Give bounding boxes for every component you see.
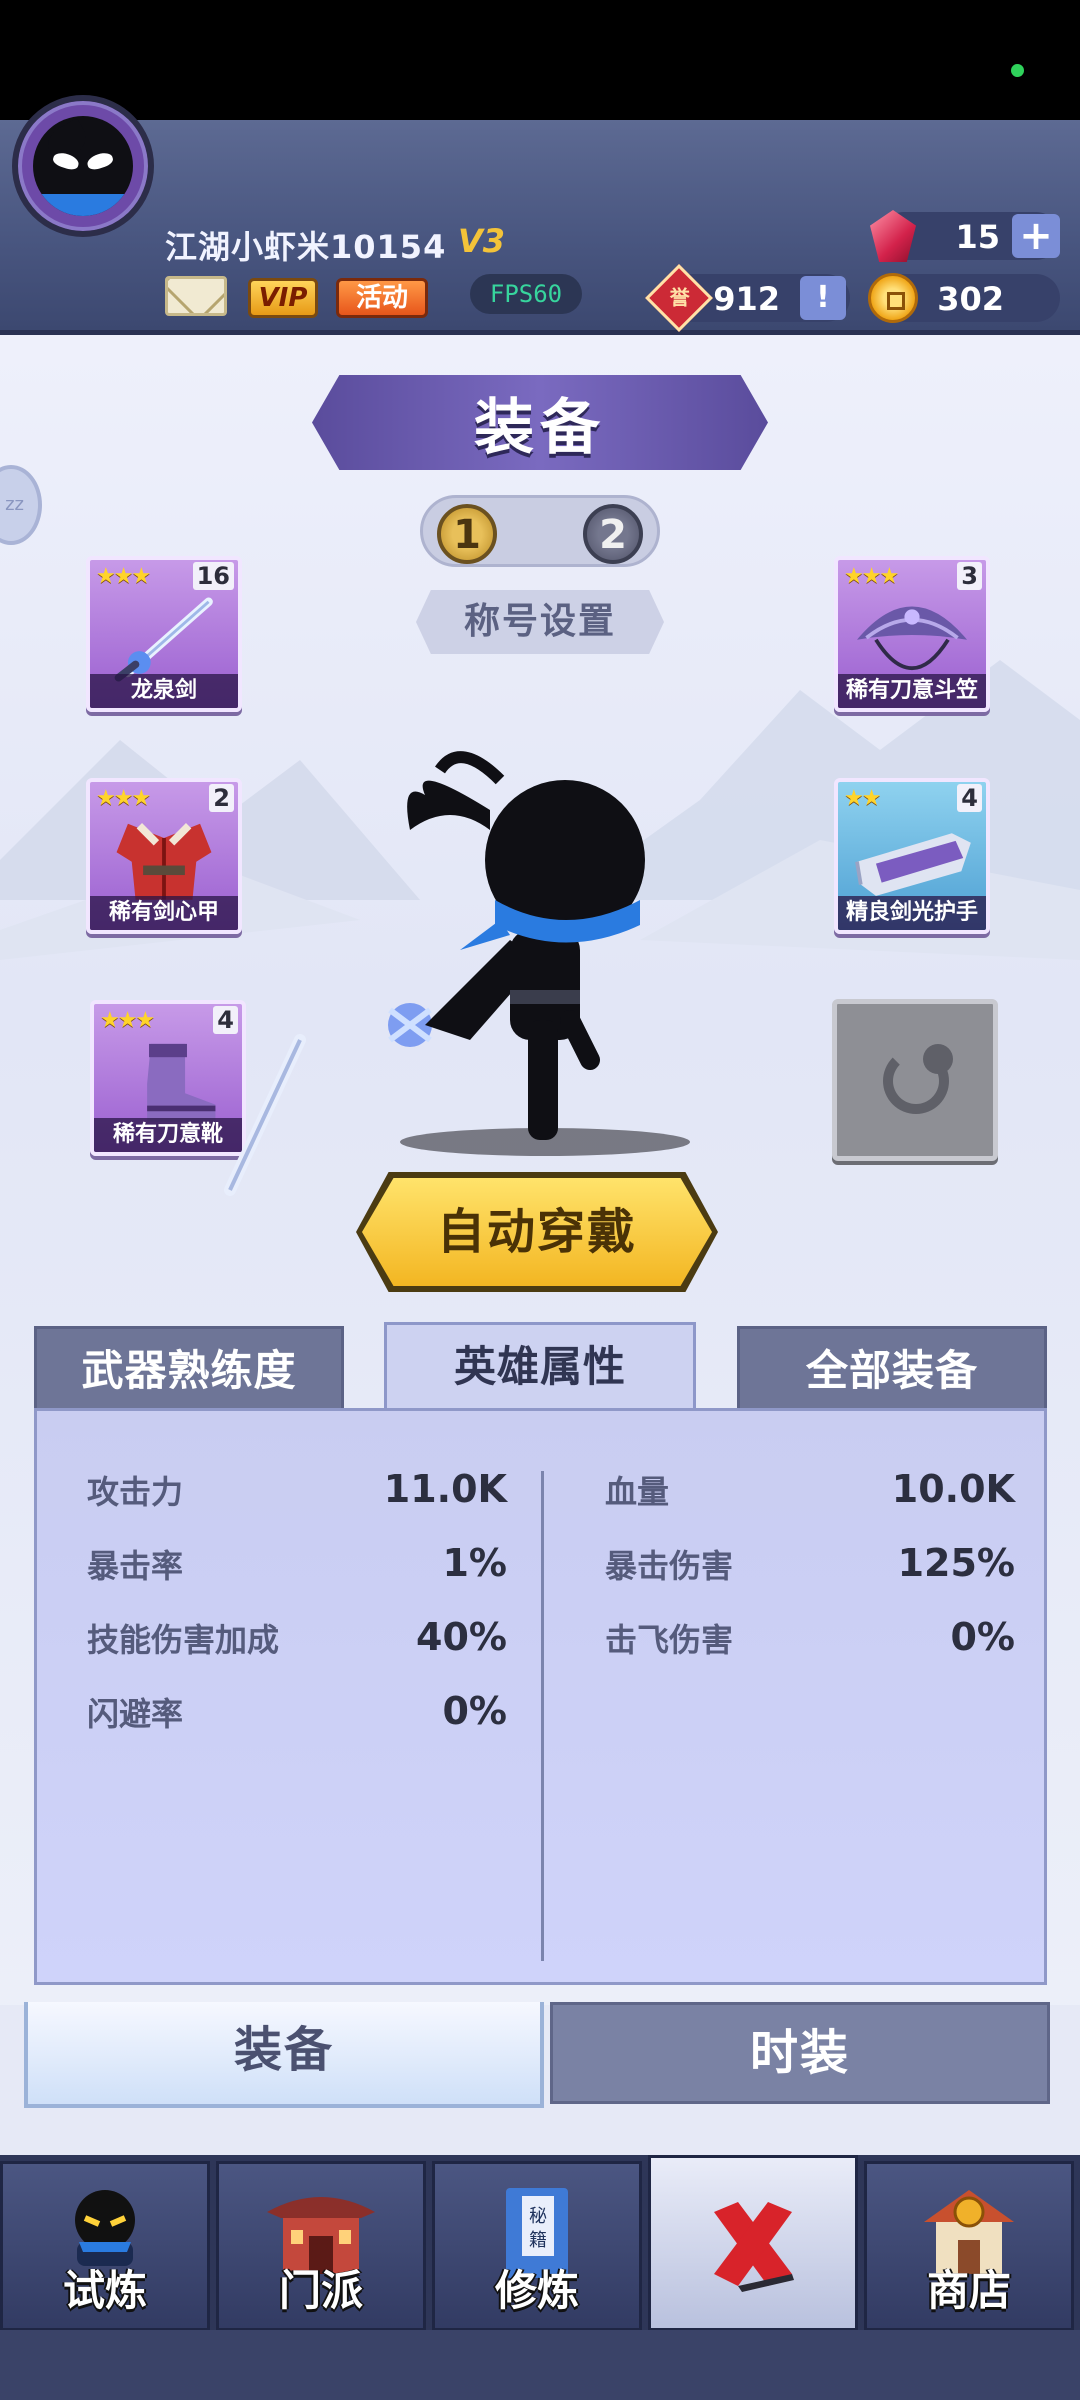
stats-divider [541, 1471, 544, 1961]
coin-count: 302 [937, 280, 1004, 318]
stat-label: 击飞伤害 [605, 1621, 734, 1659]
add-gems-button[interactable]: + [1012, 214, 1060, 258]
player-avatar[interactable] [12, 95, 154, 237]
mail-icon[interactable] [165, 276, 227, 316]
equip-stars: ★★★ [96, 786, 151, 811]
equip-name: 精良剑光护手 [838, 896, 986, 930]
subtab-fashion[interactable]: 时装 [550, 2002, 1050, 2104]
equip-name: 稀有刀意斗笠 [838, 674, 986, 708]
stat-row: 血量 10.0K [605, 1467, 1015, 1511]
stat-row: 击飞伤害 0% [605, 1615, 1015, 1659]
page-title: 装备 [312, 375, 768, 470]
honor-info-button[interactable]: ! [800, 276, 846, 320]
status-indicator-dot [1011, 64, 1024, 77]
stat-value: 11.0K [383, 1467, 507, 1511]
close-icon [714, 2202, 794, 2292]
equip-stars: ★★ [844, 786, 881, 811]
player-name: 江湖小虾米10154 [165, 228, 447, 266]
nav-cultivate-label: 修炼 [494, 2266, 579, 2315]
stat-row: 暴击率 1% [87, 1541, 507, 1585]
equip-name: 龙泉剑 [90, 674, 238, 708]
equip-slot-gloves[interactable]: ★★ 4 精良剑光护手 [834, 778, 990, 934]
fps-counter: FPS60 [470, 274, 582, 314]
nav-shop-label: 商店 [926, 2266, 1011, 2315]
equip-stars: ★★★ [96, 564, 151, 589]
equip-stars: ★★★ [844, 564, 899, 589]
equip-level: 16 [192, 562, 234, 590]
hero-stats-panel: 攻击力 11.0K 暴击率 1% 技能伤害加成 40% 闪避率 0% 血量 10… [34, 1408, 1047, 1985]
hero-character [224, 751, 690, 1196]
stat-row: 攻击力 11.0K [87, 1467, 507, 1511]
stat-label: 暴击伤害 [605, 1547, 734, 1585]
loadout-page-1-button[interactable]: 1 [437, 504, 497, 564]
bottom-nav-strip [0, 2330, 1080, 2400]
stat-label: 技能伤害加成 [87, 1621, 280, 1659]
nav-sect[interactable]: 门派 [216, 2161, 426, 2331]
tab-weapon-mastery[interactable]: 武器熟练度 [34, 1326, 344, 1410]
equip-level: 3 [957, 562, 982, 590]
tab-all-equipment[interactable]: 全部装备 [737, 1326, 1047, 1410]
honor-icon-char: 誉 [669, 285, 690, 310]
activity-button[interactable]: 活动 [336, 278, 428, 318]
equip-stars: ★★★ [100, 1008, 155, 1033]
stat-value: 125% [897, 1541, 1015, 1585]
nav-shop[interactable]: 商店 [864, 2161, 1074, 2331]
stat-row: 暴击伤害 125% [605, 1541, 1015, 1585]
loadout-page-switch: 1 2 [420, 495, 660, 567]
nav-cultivate[interactable]: 秘 籍 修炼 [432, 2161, 642, 2331]
honor-count: 912 [713, 280, 780, 318]
auto-equip-button[interactable]: 自动穿戴 [362, 1178, 712, 1286]
stat-value: 0% [442, 1689, 507, 1733]
coin-icon [868, 273, 918, 323]
title-setting-button[interactable]: 称号设置 [416, 590, 664, 654]
stat-row: 闪避率 0% [87, 1689, 507, 1733]
vip-button[interactable]: VIP [248, 278, 318, 318]
gem-count: 15 [955, 218, 1000, 256]
stat-label: 攻击力 [87, 1473, 184, 1511]
tab-hero-attributes[interactable]: 英雄属性 [384, 1322, 696, 1410]
vip-level-badge: V3 [458, 222, 506, 260]
status-bar [0, 0, 1080, 120]
avatar-face-icon [33, 116, 133, 216]
stat-label: 闪避率 [87, 1695, 184, 1733]
book-text-2: 籍 [529, 2230, 547, 2251]
equip-slot-weapon[interactable]: ★★★ 16 龙泉剑 [86, 556, 242, 712]
equip-slot-locked[interactable] [832, 999, 998, 1161]
equip-slot-hat[interactable]: ★★★ 3 稀有刀意斗笠 [834, 556, 990, 712]
stat-value: 0% [950, 1615, 1015, 1659]
stat-value: 40% [416, 1615, 507, 1659]
stat-value: 10.0K [891, 1467, 1015, 1511]
stat-label: 血量 [605, 1473, 670, 1511]
stat-row: 技能伤害加成 40% [87, 1615, 507, 1659]
nav-trial[interactable]: 试炼 [0, 2161, 210, 2331]
nav-trial-label: 试炼 [62, 2266, 147, 2315]
equip-level: 4 [957, 784, 982, 812]
loadout-page-2-button[interactable]: 2 [583, 504, 643, 564]
nav-sect-label: 门派 [278, 2266, 363, 2315]
stat-label: 暴击率 [87, 1547, 184, 1585]
book-text-1: 秘 [529, 2206, 547, 2227]
nav-close-button[interactable] [648, 2155, 858, 2331]
subtab-equipment[interactable]: 装备 [24, 2002, 544, 2108]
stat-value: 1% [442, 1541, 507, 1585]
